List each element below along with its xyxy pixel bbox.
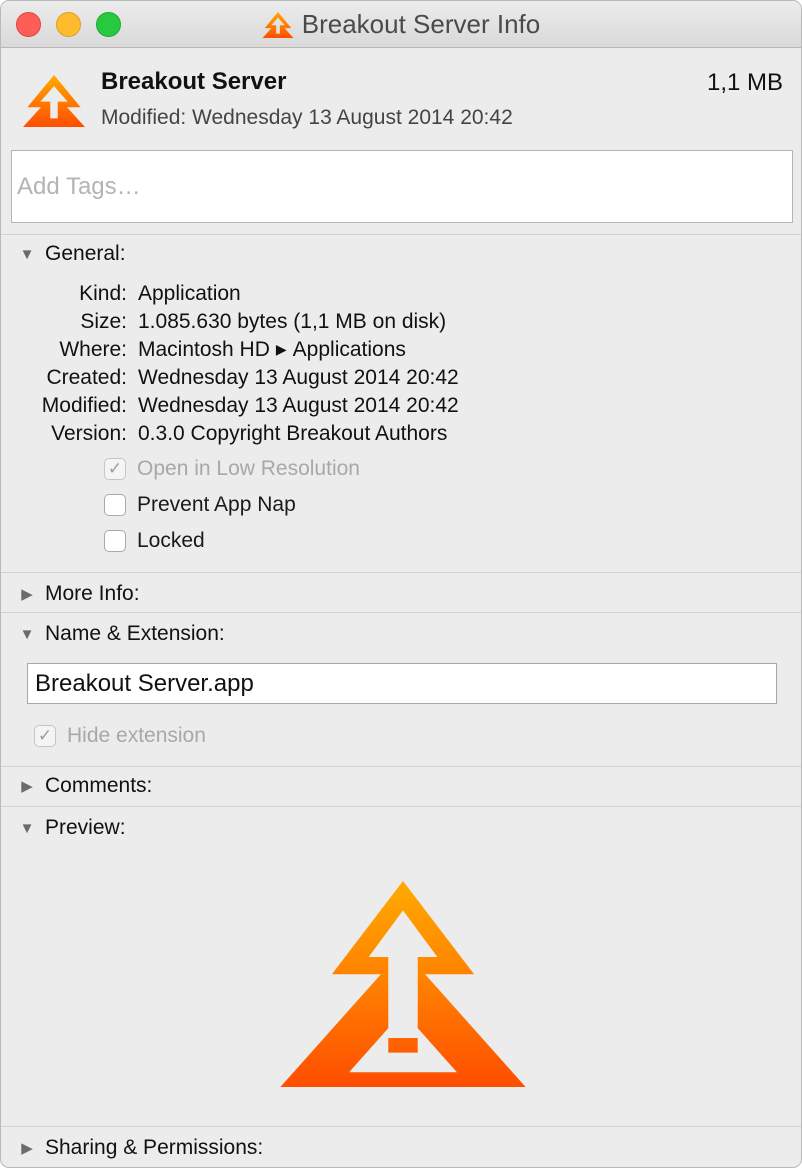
- prevent-app-nap-label[interactable]: Prevent App Nap: [137, 493, 296, 517]
- filename-input[interactable]: [27, 663, 777, 704]
- prevent-app-nap-row[interactable]: Prevent App Nap: [104, 491, 296, 519]
- file-header: Breakout Server 1,1 MB Modified: Wednesd…: [1, 48, 801, 144]
- triangle-down-icon: ▼: [19, 625, 35, 643]
- window-title-group: Breakout Server Info: [1, 1, 801, 48]
- info-value: 1.085.630 bytes (1,1 MB on disk): [138, 310, 447, 333]
- section-general-label: General:: [45, 242, 126, 265]
- divider: [1, 806, 801, 807]
- info-row-where: Where: Macintosh HD ▶ Applications: [1, 338, 801, 366]
- section-preview-toggle[interactable]: ▼ Preview:: [19, 814, 126, 842]
- hide-extension-checkbox: ✓: [34, 725, 56, 747]
- breakout-arrow-icon: [262, 11, 294, 38]
- hide-extension-label: Hide extension: [67, 724, 206, 747]
- checkmark-icon: ✓: [37, 726, 53, 745]
- divider: [1, 234, 801, 235]
- info-row-size: Size: 1.085.630 bytes (1,1 MB on disk): [1, 310, 801, 338]
- info-value: 0.3.0 Copyright Breakout Authors: [138, 422, 448, 445]
- section-general-toggle[interactable]: ▼ General:: [19, 240, 126, 268]
- open-low-resolution-row: ✓ Open in Low Resolution: [104, 455, 360, 483]
- section-preview-label: Preview:: [45, 816, 126, 839]
- divider: [1, 766, 801, 767]
- info-row-version: Version: 0.3.0 Copyright Breakout Author…: [1, 422, 801, 450]
- divider: [1, 612, 801, 613]
- section-comments-label: Comments:: [45, 774, 153, 797]
- section-more-info-label: More Info:: [45, 582, 140, 605]
- triangle-right-icon: ▶: [21, 1140, 33, 1157]
- locked-row[interactable]: Locked: [104, 527, 205, 555]
- tags-input[interactable]: [11, 150, 793, 223]
- window-title: Breakout Server Info: [301, 9, 541, 39]
- open-low-resolution-checkbox: ✓: [104, 458, 126, 480]
- info-window: Breakout Server Info Breakout Server 1,1…: [0, 0, 802, 1168]
- path-separator-icon: ▶: [275, 341, 287, 357]
- section-sharing-permissions-label: Sharing & Permissions:: [45, 1136, 264, 1159]
- prevent-app-nap-checkbox[interactable]: [104, 494, 126, 516]
- app-size: 1,1 MB: [706, 69, 783, 96]
- section-name-extension-label: Name & Extension:: [45, 622, 225, 645]
- section-comments-toggle[interactable]: ▶ Comments:: [19, 772, 152, 800]
- info-label: Size:: [80, 310, 127, 333]
- checkmark-icon: ✓: [107, 459, 123, 478]
- section-sharing-permissions-toggle[interactable]: ▶ Sharing & Permissions:: [19, 1134, 263, 1162]
- section-more-info-toggle[interactable]: ▶ More Info:: [19, 580, 140, 608]
- info-row-created: Created: Wednesday 13 August 2014 20:42: [1, 366, 801, 394]
- triangle-right-icon: ▶: [21, 778, 33, 795]
- locked-label[interactable]: Locked: [137, 529, 205, 553]
- triangle-down-icon: ▼: [19, 819, 35, 837]
- info-label: Where:: [59, 338, 127, 361]
- hide-extension-row: ✓ Hide extension: [34, 722, 206, 750]
- section-name-extension-toggle[interactable]: ▼ Name & Extension:: [19, 620, 225, 648]
- info-row-modified: Modified: Wednesday 13 August 2014 20:42: [1, 394, 801, 422]
- info-label: Created:: [46, 366, 127, 389]
- path-folder: Applications: [292, 338, 406, 361]
- locked-checkbox[interactable]: [104, 530, 126, 552]
- breakout-arrow-icon: [280, 881, 526, 1087]
- info-label: Modified:: [41, 394, 127, 417]
- open-low-resolution-label: Open in Low Resolution: [137, 457, 360, 480]
- triangle-down-icon: ▼: [19, 245, 35, 263]
- title-bar[interactable]: Breakout Server Info: [1, 1, 801, 48]
- breakout-arrow-icon: [23, 74, 85, 128]
- info-value: Application: [138, 282, 241, 305]
- info-value: Wednesday 13 August 2014 20:42: [138, 366, 459, 389]
- info-row-kind: Kind: Application: [1, 282, 801, 310]
- info-value: Wednesday 13 August 2014 20:42: [138, 394, 459, 417]
- info-label: Version:: [51, 422, 127, 445]
- info-value: Macintosh HD ▶ Applications: [138, 338, 406, 362]
- path-volume: Macintosh HD: [138, 338, 270, 361]
- app-name: Breakout Server: [101, 68, 287, 95]
- divider: [1, 1126, 801, 1127]
- triangle-right-icon: ▶: [21, 586, 33, 603]
- info-label: Kind:: [79, 282, 127, 305]
- divider: [1, 572, 801, 573]
- app-modified-date: Modified: Wednesday 13 August 2014 20:42: [101, 106, 513, 129]
